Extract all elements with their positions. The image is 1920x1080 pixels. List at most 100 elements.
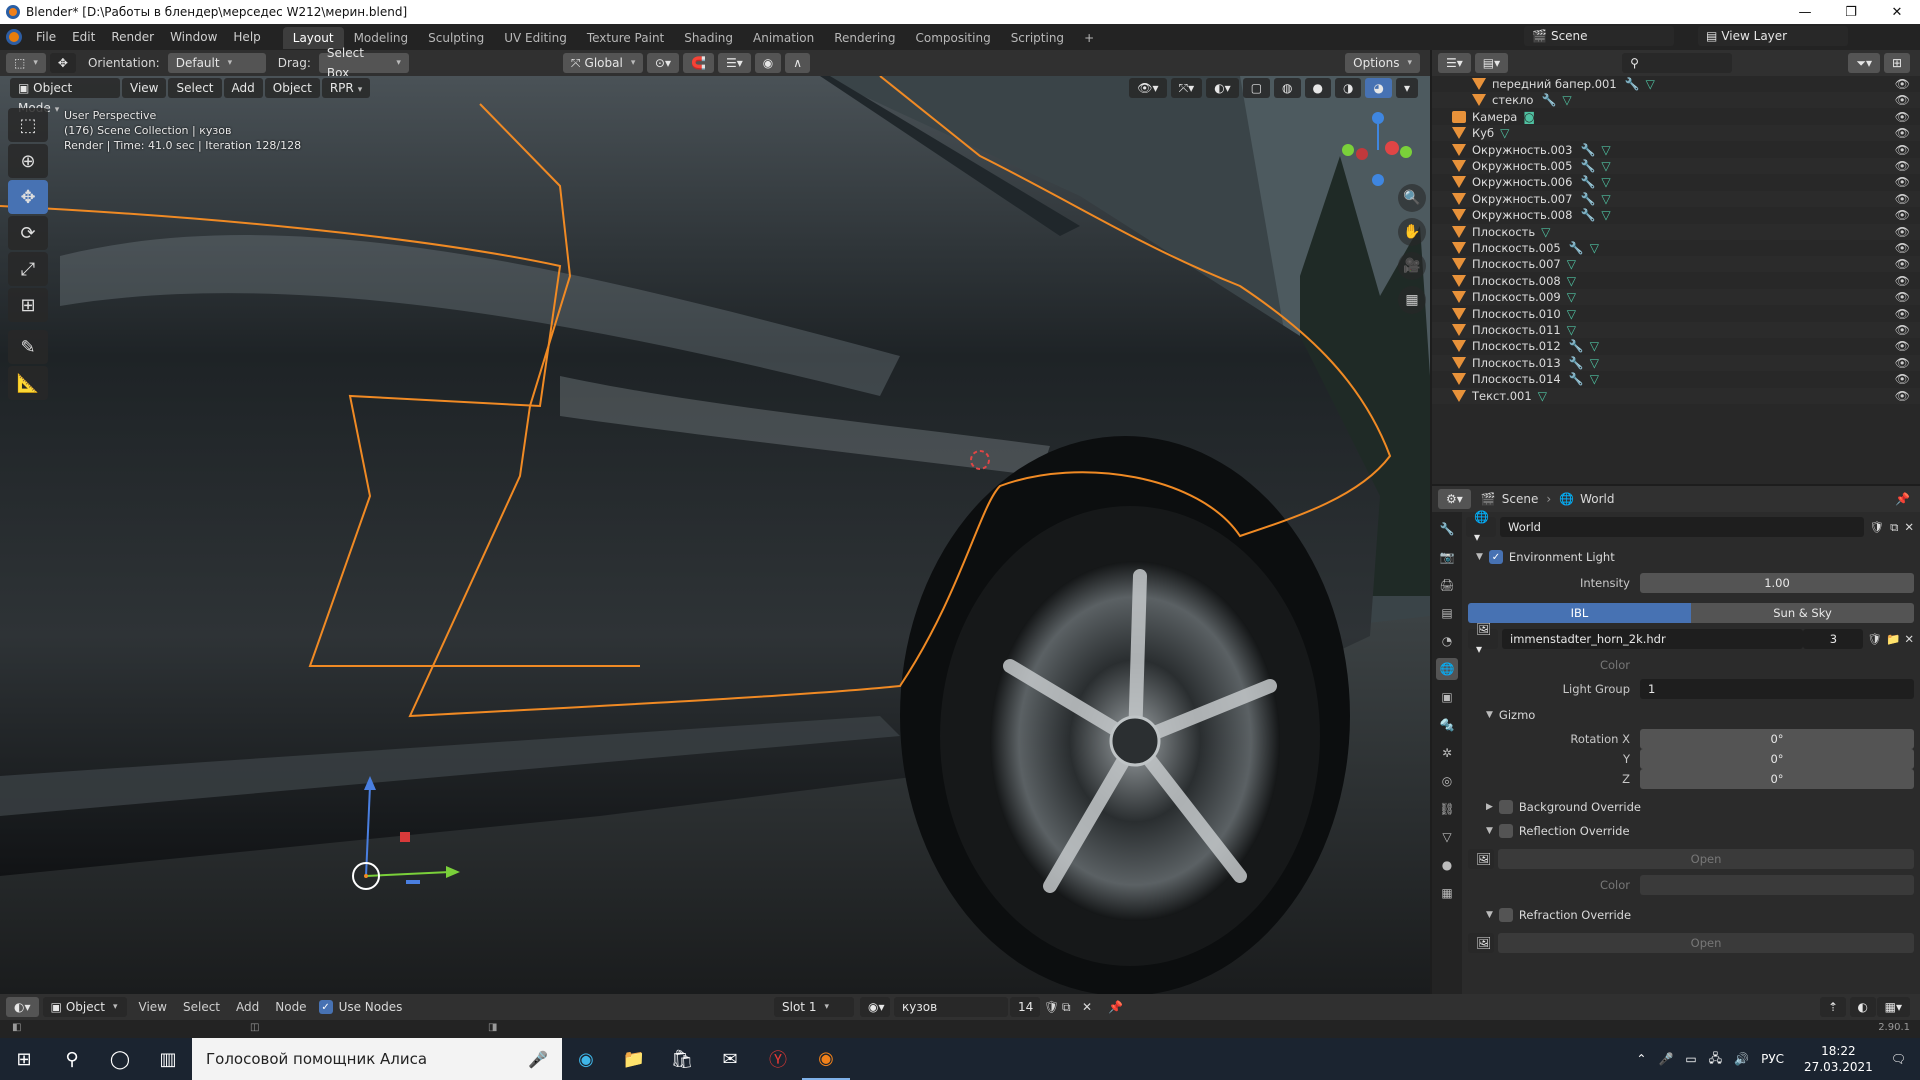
outliner-row[interactable]: Окружность.007 🔧 ▽ 👁 xyxy=(1432,190,1920,207)
outliner-row[interactable]: Плоскость.014 🔧 ▽ 👁 xyxy=(1432,371,1920,388)
world-tab-icon[interactable]: 🌐 xyxy=(1436,658,1458,680)
mesh-data-icon[interactable]: ▽ xyxy=(1601,159,1610,173)
modifier-tab-icon[interactable]: 🔩 xyxy=(1436,714,1458,736)
scale-tool-icon[interactable]: ⤢ xyxy=(8,252,48,286)
zoom-icon[interactable]: 🔍 xyxy=(1398,184,1426,212)
visibility-eye-icon[interactable]: 👁 xyxy=(1895,372,1910,386)
refraction-open-button[interactable]: Open xyxy=(1498,933,1914,953)
outliner-row[interactable]: Окружность.006 🔧 ▽ 👁 xyxy=(1432,174,1920,191)
shader-type-dropdown[interactable]: ▣ Object ▾ xyxy=(42,997,127,1017)
transform-orientation-dropdown[interactable]: ⤧ Global ▾ xyxy=(562,53,643,73)
mesh-data-icon[interactable]: ▽ xyxy=(1567,307,1576,321)
outliner-row[interactable]: Окружность.005 🔧 ▽ 👁 xyxy=(1432,158,1920,174)
rotation-z-field[interactable]: 0° xyxy=(1640,769,1914,789)
shading-wireframe-icon[interactable]: ◍ xyxy=(1274,78,1301,98)
environment-light-checkbox[interactable]: ✓ xyxy=(1488,550,1503,564)
edge-browser-icon[interactable]: ◉ xyxy=(562,1038,610,1080)
tab-texture-paint[interactable]: Texture Paint xyxy=(577,27,674,49)
visibility-eye-icon[interactable]: 👁 xyxy=(1895,241,1910,255)
file-explorer-icon[interactable]: 📁 xyxy=(610,1038,658,1080)
perspective-grid-icon[interactable]: ▦ xyxy=(1398,286,1426,314)
mesh-data-icon[interactable]: ▽ xyxy=(1601,192,1610,206)
modifier-wrench-icon[interactable]: 🔧 xyxy=(1569,241,1584,255)
visibility-eye-icon[interactable]: 👁 xyxy=(1895,356,1910,370)
visibility-eye-icon[interactable]: 👁 xyxy=(1895,307,1910,321)
visibility-eye-icon[interactable]: 👁 xyxy=(1895,274,1910,288)
shading-solid-icon[interactable]: ● xyxy=(1304,78,1331,98)
view-menu[interactable]: View xyxy=(122,78,167,98)
physics-tab-icon[interactable]: ◎ xyxy=(1436,770,1458,792)
render-engine-menu[interactable]: RPR ▾ xyxy=(321,78,371,98)
world-browse-icon[interactable]: 🌐▾ xyxy=(1466,510,1496,544)
outliner-row[interactable]: Плоскость.007 ▽ 👁 xyxy=(1432,256,1920,273)
menu-edit[interactable]: Edit xyxy=(64,24,103,50)
outliner-row[interactable]: Плоскость.012 🔧 ▽ 👁 xyxy=(1432,338,1920,355)
rotation-y-field[interactable]: 0° xyxy=(1640,749,1914,769)
tray-overflow-icon[interactable]: ⌃ xyxy=(1636,1052,1646,1066)
mesh-data-icon[interactable]: ▽ xyxy=(1567,257,1576,271)
background-override-checkbox[interactable] xyxy=(1498,800,1513,814)
editor-type-button[interactable]: ⬚ ▾ xyxy=(6,53,46,73)
gizmo-toggle-icon[interactable]: ⤧▾ xyxy=(1170,78,1203,98)
shader-editor-type-icon[interactable]: ◐▾ xyxy=(6,997,39,1017)
falloff-icon[interactable]: ∧ xyxy=(785,53,811,73)
modifier-wrench-icon[interactable]: 🔧 xyxy=(1541,93,1556,107)
visibility-eye-icon[interactable]: 👁 xyxy=(1895,110,1910,124)
measure-tool-icon[interactable]: 📐 xyxy=(8,366,48,400)
outliner-row[interactable]: Куб ▽ 👁 xyxy=(1432,125,1920,142)
rotate-tool-icon[interactable]: ⟳ xyxy=(8,216,48,250)
outliner-row[interactable]: Плоскость.005 🔧 ▽ 👁 xyxy=(1432,240,1920,256)
outliner-editor-type-icon[interactable]: ☰▾ xyxy=(1438,53,1471,73)
tab-animation[interactable]: Animation xyxy=(743,27,824,49)
modifier-wrench-icon[interactable]: 🔧 xyxy=(1580,192,1595,206)
store-icon[interactable]: 🛍 xyxy=(658,1038,706,1080)
mesh-data-icon[interactable]: ▽ xyxy=(1567,290,1576,304)
material-unlink-icon[interactable]: ✕ xyxy=(1082,1000,1092,1014)
environment-light-header[interactable]: ▼ ✓ Environment Light xyxy=(1466,546,1920,568)
texture-tab-icon[interactable]: ▦ xyxy=(1436,882,1458,904)
visibility-eye-icon[interactable]: 👁 xyxy=(1895,93,1910,107)
visibility-eye-icon[interactable]: 👁 xyxy=(1895,290,1910,304)
image-browse-icon[interactable]: 🖼▾ xyxy=(1468,622,1498,656)
use-nodes-checkbox[interactable]: ✓ xyxy=(318,1000,333,1014)
tray-network-icon[interactable]: 🖧 xyxy=(1709,1049,1722,1070)
constraints-tab-icon[interactable]: ⛓ xyxy=(1436,798,1458,820)
visibility-eye-icon[interactable]: 👁 xyxy=(1895,339,1910,353)
render-tab-icon[interactable]: 📷 xyxy=(1436,546,1458,568)
maximize-button[interactable]: ❐ xyxy=(1828,0,1874,24)
options-button[interactable]: Options ▾ xyxy=(1345,53,1420,73)
light-group-dropdown[interactable]: 1 xyxy=(1640,679,1914,699)
image-fake-user-icon[interactable]: 🛡 xyxy=(1867,632,1882,646)
data-tab-icon[interactable]: ▽ xyxy=(1436,826,1458,848)
display-mode-icon[interactable]: ▤▾ xyxy=(1474,53,1509,73)
view-layer-tab-icon[interactable]: ▤ xyxy=(1436,602,1458,624)
slot-dropdown[interactable]: Slot 1 ▾ xyxy=(774,997,854,1017)
drag-dropdown[interactable]: Select Box ▾ xyxy=(318,46,409,80)
shader-view-menu[interactable]: View xyxy=(131,994,175,1020)
outliner-row[interactable]: Плоскость ▽ 👁 xyxy=(1432,223,1920,240)
mesh-data-icon[interactable]: ▽ xyxy=(1590,339,1599,353)
blender-taskbar-icon[interactable]: ◉ xyxy=(802,1038,850,1080)
outliner-search-input[interactable]: ⚲ xyxy=(1622,53,1733,73)
visibility-eye-icon[interactable]: 👁 xyxy=(1895,126,1910,140)
modifier-wrench-icon[interactable]: 🔧 xyxy=(1569,339,1584,353)
tab-uv-editing[interactable]: UV Editing xyxy=(494,27,577,49)
gizmo-section-header[interactable]: ▼ Gizmo xyxy=(1466,704,1920,726)
microphone-icon[interactable]: 🎤 xyxy=(528,1050,548,1069)
outliner-row[interactable]: Плоскость.013 🔧 ▽ 👁 xyxy=(1432,354,1920,371)
material-name-field[interactable]: кузов xyxy=(894,997,1008,1017)
reflection-image-browse-icon[interactable]: 🖼 xyxy=(1468,849,1494,869)
node-snap-icon[interactable]: ⇡ xyxy=(1819,997,1846,1017)
mesh-data-icon[interactable]: ▽ xyxy=(1562,93,1571,107)
taskbar-search-icon[interactable]: ⚲ xyxy=(48,1038,96,1080)
cursor-tool-icon[interactable]: ⊕ xyxy=(8,144,48,178)
visibility-eye-icon[interactable]: 👁 xyxy=(1895,77,1910,91)
tab-rendering[interactable]: Rendering xyxy=(824,27,905,49)
tab-compositing[interactable]: Compositing xyxy=(905,27,1000,49)
mesh-data-icon[interactable]: ▽ xyxy=(1538,389,1547,403)
world-name-field[interactable]: World xyxy=(1500,517,1864,537)
image-unlink-icon[interactable]: ✕ xyxy=(1904,632,1914,646)
tray-mic-icon[interactable]: 🎤 xyxy=(1658,1052,1673,1066)
mode-dropdown[interactable]: ▣ Object Mode▾ xyxy=(10,78,120,115)
menu-render[interactable]: Render xyxy=(103,24,162,50)
